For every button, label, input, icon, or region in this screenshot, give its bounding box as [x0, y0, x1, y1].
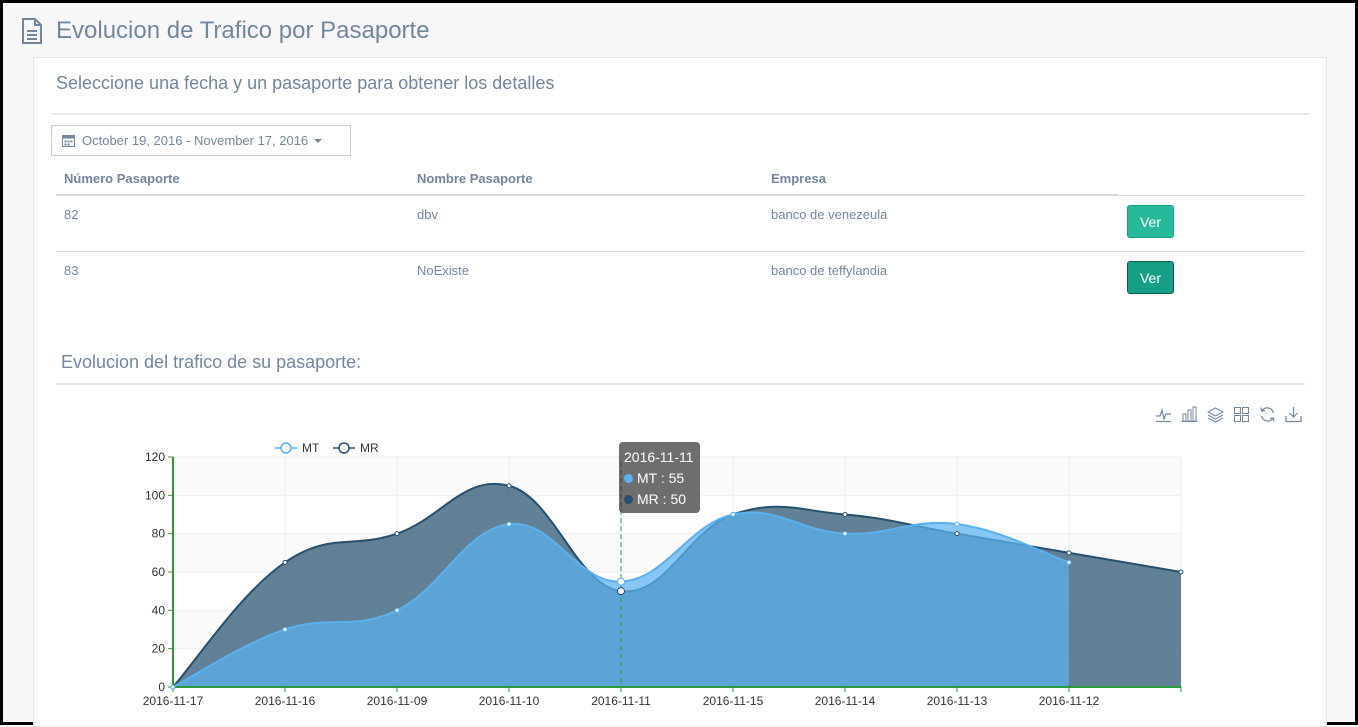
mt-point	[170, 684, 176, 690]
mr-point	[842, 512, 848, 517]
mt-dot-icon	[624, 473, 633, 483]
x-tick-label: 2016-11-14	[815, 694, 876, 708]
x-tick-label: 2016-11-09	[367, 694, 428, 708]
tooltip-mr: MR : 50	[637, 491, 687, 507]
y-tick-label: 100	[145, 488, 165, 502]
tooltip-mt: MT : 55	[637, 470, 685, 486]
y-tick-label: 120	[145, 450, 165, 464]
mt-point	[506, 521, 512, 527]
legend-mr-marker	[338, 442, 350, 454]
legend-mt-marker	[280, 442, 292, 454]
x-tick-label: 2016-11-12	[1039, 694, 1100, 708]
mr-point	[1178, 569, 1184, 575]
mt-point	[842, 531, 848, 537]
mr-point	[506, 483, 512, 489]
mt-point	[617, 577, 625, 586]
x-tick-label: 2016-11-10	[479, 694, 540, 708]
x-tick-label: 2016-11-15	[703, 694, 764, 708]
mr-point	[954, 531, 960, 537]
app-window: Evolucion de Trafico por Pasaporte Selec…	[0, 0, 1358, 727]
traffic-chart: MT MR 0 20 40 60 80 100 120 2016-11-17 2016-11-16…	[143, 441, 1184, 708]
mt-point	[954, 521, 960, 527]
mr-point	[617, 587, 625, 596]
mt-point	[282, 627, 288, 632]
mt-point	[730, 512, 736, 517]
legend-mt-label: MT	[302, 441, 320, 455]
x-tick-label: 2016-11-13	[927, 694, 988, 708]
legend-mr-label: MR	[360, 441, 379, 455]
x-tick-label: 2016-11-16	[255, 694, 316, 708]
mr-point	[282, 559, 288, 565]
y-tick-label: 60	[152, 565, 166, 579]
tooltip-title: 2016-11-11	[624, 449, 694, 465]
mr-point	[1066, 550, 1072, 556]
mt-point	[1066, 559, 1072, 565]
y-tick-label: 20	[152, 642, 166, 656]
chart-legend: MT MR	[275, 441, 379, 455]
x-tick-label: 2016-11-11	[591, 694, 651, 708]
mt-point	[394, 607, 400, 613]
y-tick-label: 80	[152, 527, 166, 541]
mr-point	[394, 531, 400, 537]
x-tick-label: 2016-11-17	[143, 694, 204, 708]
y-tick-label: 0	[158, 680, 165, 694]
chart-tooltip: 2016-11-11 MT : 55 MR : 50	[619, 442, 700, 513]
y-tick-label: 40	[152, 603, 166, 617]
mr-dot-icon	[624, 494, 633, 504]
